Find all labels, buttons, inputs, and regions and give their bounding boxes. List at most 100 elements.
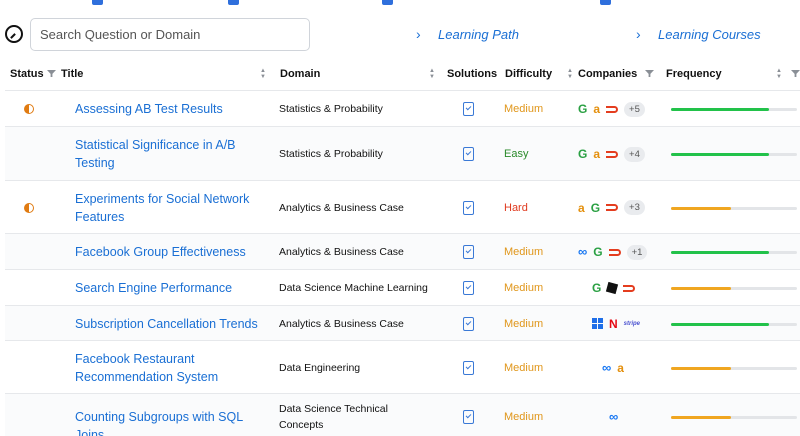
question-title-line: Testing [75, 156, 115, 170]
table-row[interactable]: Facebook Restaurant Recommendation System… [5, 340, 800, 393]
question-title-link[interactable]: Facebook Group Effectiveness [75, 243, 265, 261]
difficulty-label: Medium [504, 361, 544, 374]
company-logos: Ga +4 [578, 145, 645, 163]
column-status[interactable]: Status [10, 68, 44, 80]
frequency-fill [671, 415, 732, 419]
checkbox-icon[interactable] [600, 0, 611, 5]
question-title-line: Facebook Restaurant [75, 351, 195, 366]
sort-icon[interactable]: ▲ ▼ [428, 68, 436, 80]
table-row[interactable]: Subscription Cancellation Trends Analytic… [5, 305, 800, 340]
difficulty-label: Hard [504, 201, 528, 214]
solution-doc-icon[interactable] [463, 245, 474, 259]
frequency-bar [671, 251, 797, 254]
table-row[interactable]: Facebook Group Effectiveness Analytics & … [5, 233, 800, 269]
table-row[interactable]: Statistical Significance in A/B Testing St… [5, 126, 800, 180]
company-logos: Nstripe [592, 315, 640, 333]
company-logos: ∞ [609, 408, 618, 426]
column-title[interactable]: Title [61, 68, 83, 80]
question-title-link[interactable]: Statistical Significance in A/B Testing [75, 136, 265, 172]
company-logos: Ga +5 [578, 100, 645, 118]
table-row[interactable]: Counting Subgroups with SQL Joins Data Sc… [5, 393, 800, 436]
question-title-link[interactable]: Subscription Cancellation Trends [75, 315, 265, 333]
domain-line: Concepts [279, 418, 324, 431]
table-row[interactable]: Search Engine Performance Data Science Ma… [5, 269, 800, 305]
company-logos: a G +3 [578, 199, 645, 217]
learning-courses-link[interactable]: › Learning Courses [636, 26, 761, 42]
filter-icon[interactable] [47, 70, 56, 77]
solution-doc-icon[interactable] [463, 316, 474, 331]
search-icon[interactable] [5, 25, 23, 43]
learning-path-link[interactable]: › Learning Path [416, 26, 519, 42]
frequency-bar [671, 206, 797, 210]
frequency-fill [671, 153, 770, 156]
frequency-fill [671, 366, 732, 370]
column-frequency[interactable]: Frequency [666, 68, 722, 80]
frequency-bar [671, 415, 797, 419]
google-logo-icon: G [578, 147, 588, 161]
solution-doc-icon[interactable] [463, 281, 474, 295]
domain-line: Analytics & Business Case [279, 201, 404, 214]
question-title-line: Counting Subgroups with SQL Joins [75, 409, 243, 436]
amazon-logo-icon: a [593, 102, 601, 116]
more-companies-badge[interactable]: +5 [624, 101, 645, 117]
question-title-line: Facebook Group Effectiveness [75, 245, 246, 259]
amazon-logo-icon: a [578, 200, 585, 215]
google-logo-icon: G [592, 281, 602, 295]
table-row[interactable]: Assessing AB Test Results Statistics & Pr… [5, 90, 800, 126]
frequency-bar [671, 366, 797, 370]
difficulty-label: Medium [504, 317, 544, 330]
doordash-logo-icon [606, 105, 619, 113]
difficulty-label: Medium [504, 246, 544, 258]
domain-label: Data Engineering [279, 360, 444, 376]
google-logo-icon: G [578, 102, 588, 116]
column-domain[interactable]: Domain [280, 68, 320, 80]
solution-doc-icon[interactable] [463, 147, 474, 161]
table-header: Status Title ▲ ▼ Domain ▲ ▼ Solutions Diff… [0, 62, 800, 88]
question-title-link[interactable]: Facebook Restaurant Recommendation System [75, 350, 265, 386]
more-companies-badge[interactable]: +4 [624, 146, 645, 162]
solution-doc-icon[interactable] [463, 102, 474, 116]
table-row[interactable]: Experiments for Social Network Features An… [5, 180, 800, 233]
roblox-logo-icon [606, 281, 619, 295]
google-logo-icon: G [590, 200, 601, 215]
solution-doc-icon[interactable] [463, 200, 474, 215]
sort-icon[interactable]: ▲ ▼ [566, 68, 574, 80]
more-companies-badge[interactable]: +1 [626, 244, 648, 260]
frequency-fill [671, 251, 770, 254]
doordash-logo-icon [606, 204, 619, 211]
frequency-bar [671, 108, 797, 111]
checkbox-icon[interactable] [228, 0, 239, 5]
domain-label: Analytics & Business Case [279, 316, 444, 332]
checkbox-icon[interactable] [382, 0, 393, 5]
in-progress-status-icon [24, 202, 34, 213]
column-companies[interactable]: Companies [578, 68, 637, 80]
filter-checkbox-strip [0, 0, 800, 8]
amazon-logo-icon: a [593, 147, 601, 161]
filter-icon[interactable] [645, 70, 654, 77]
difficulty-label: Medium [504, 410, 544, 423]
chevron-right-icon: › [416, 26, 421, 42]
search-input[interactable] [30, 18, 310, 51]
domain-line: Statistics & Probability [279, 103, 383, 115]
question-title-link[interactable]: Assessing AB Test Results [75, 100, 265, 118]
domain-line: Analytics & Business Case [279, 317, 404, 330]
question-title-link[interactable]: Counting Subgroups with SQL Joins [75, 408, 265, 436]
question-title-link[interactable]: Search Engine Performance [75, 279, 265, 297]
filter-icon[interactable] [791, 70, 800, 77]
sort-icon[interactable]: ▲ ▼ [775, 68, 783, 80]
in-progress-status-icon [24, 104, 34, 114]
domain-label: Data Science Machine Learning [279, 280, 444, 296]
stripe-logo-icon: stripe [623, 320, 641, 327]
amazon-logo-icon: a [617, 360, 624, 375]
frequency-bar [671, 322, 797, 326]
question-title-line: Recommendation System [75, 369, 219, 384]
question-title-line: Subscription Cancellation Trends [75, 316, 258, 331]
checkbox-icon[interactable] [92, 0, 103, 5]
column-difficulty[interactable]: Difficulty [505, 68, 552, 80]
solution-doc-icon[interactable] [463, 360, 474, 375]
more-companies-badge[interactable]: +3 [624, 200, 645, 215]
question-title-link[interactable]: Experiments for Social Network Features [75, 190, 265, 226]
solution-doc-icon[interactable] [463, 409, 474, 424]
sort-icon[interactable]: ▲ ▼ [259, 68, 267, 80]
question-title-line: Experiments for Social Network [75, 191, 250, 206]
